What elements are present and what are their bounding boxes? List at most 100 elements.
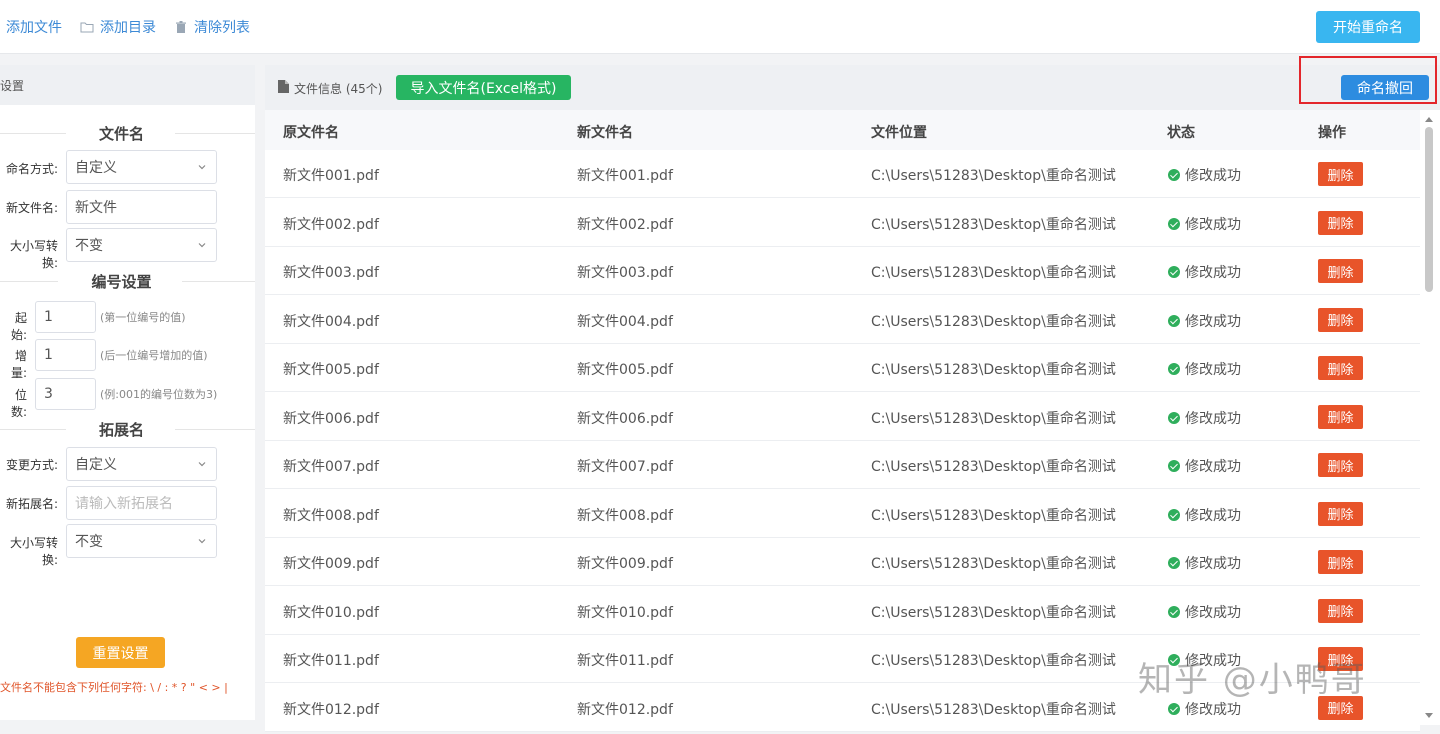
add-file-button[interactable]: 添加文件 bbox=[6, 17, 62, 37]
ext-case-select[interactable]: 不变 bbox=[66, 524, 217, 558]
naming-mode-select[interactable]: 自定义 bbox=[66, 150, 217, 184]
table-row: 新文件008.pdf 新文件008.pdf C:\Users\51283\Deskt… bbox=[265, 489, 1420, 538]
invalid-chars-warning: 文件名不能包含下列任何字符: \ / : * ? " < > | bbox=[0, 681, 228, 694]
new-name-cell: 新文件011.pdf bbox=[577, 653, 673, 669]
new-ext-label: 新拓展名: bbox=[5, 497, 58, 511]
step-label: 增量: bbox=[10, 349, 27, 380]
start-input[interactable]: 1 bbox=[35, 301, 96, 333]
status-cell: 修改成功 bbox=[1168, 359, 1241, 379]
add-dir-button[interactable]: 添加目录 bbox=[80, 17, 156, 37]
table-header: 原文件名 新文件名 文件位置 状态 操作 bbox=[265, 110, 1420, 150]
file-info-title: 文件信息 (45个) bbox=[294, 82, 383, 96]
add-file-label: 添加文件 bbox=[6, 20, 62, 36]
delete-button[interactable]: 删除 bbox=[1318, 453, 1363, 477]
status-cell: 修改成功 bbox=[1168, 311, 1241, 331]
digits-input[interactable]: 3 bbox=[35, 378, 96, 410]
original-name-cell: 新文件008.pdf bbox=[283, 507, 379, 524]
scrollbar[interactable] bbox=[1423, 113, 1435, 723]
file-info-header: 文件信息 (45个) 导入文件名(Excel格式) 命名撤回 bbox=[265, 56, 1440, 110]
status-cell: 修改成功 bbox=[1168, 553, 1241, 573]
scroll-down-icon[interactable] bbox=[1425, 713, 1433, 718]
delete-button[interactable]: 删除 bbox=[1318, 259, 1363, 283]
location-cell: C:\Users\51283\Desktop\重命名测试 bbox=[871, 653, 1116, 669]
new-name-cell: 新文件009.pdf bbox=[577, 556, 673, 572]
delete-button[interactable]: 删除 bbox=[1318, 550, 1363, 574]
col-status: 状态 bbox=[1167, 125, 1195, 141]
ext-mode-select[interactable]: 自定义 bbox=[66, 447, 217, 481]
file-count: (45个) bbox=[345, 82, 383, 96]
table-row: 新文件007.pdf 新文件007.pdf C:\Users\51283\Deskt… bbox=[265, 441, 1420, 489]
status-text: 修改成功 bbox=[1185, 459, 1241, 475]
step-hint: (后一位编号增加的值) bbox=[100, 349, 208, 362]
digits-label: 位数: bbox=[10, 388, 27, 419]
location-cell: C:\Users\51283\Desktop\重命名测试 bbox=[871, 556, 1116, 572]
col-new-name: 新文件名 bbox=[577, 125, 633, 141]
check-circle-icon bbox=[1168, 217, 1180, 230]
table-row: 新文件002.pdf 新文件002.pdf C:\Users\51283\Deskt… bbox=[265, 198, 1420, 247]
location-cell: C:\Users\51283\Desktop\重命名测试 bbox=[871, 168, 1116, 184]
status-cell: 修改成功 bbox=[1168, 214, 1241, 234]
status-text: 修改成功 bbox=[1185, 701, 1241, 718]
trash-icon bbox=[174, 20, 188, 34]
start-label: 起始: bbox=[10, 311, 27, 342]
status-text: 修改成功 bbox=[1185, 265, 1241, 281]
table-row: 新文件003.pdf 新文件003.pdf C:\Users\51283\Deskt… bbox=[265, 247, 1420, 295]
new-name-cell: 新文件006.pdf bbox=[577, 410, 673, 427]
number-section-title: 编号设置 bbox=[0, 271, 255, 291]
status-text: 修改成功 bbox=[1185, 216, 1241, 233]
table-row: 新文件004.pdf 新文件004.pdf C:\Users\51283\Deskt… bbox=[265, 295, 1420, 344]
case-select[interactable]: 不变 bbox=[66, 228, 217, 262]
filename-section-title: 文件名 bbox=[0, 123, 255, 143]
check-circle-icon bbox=[1168, 314, 1180, 327]
clear-list-button[interactable]: 清除列表 bbox=[174, 17, 250, 37]
scroll-up-icon[interactable] bbox=[1425, 117, 1433, 122]
status-cell: 修改成功 bbox=[1168, 456, 1241, 476]
new-name-cell: 新文件008.pdf bbox=[577, 507, 673, 524]
new-name-cell: 新文件004.pdf bbox=[577, 313, 673, 330]
ext-case-label: 大小写转换: bbox=[9, 536, 58, 567]
chevron-down-icon bbox=[198, 165, 206, 170]
toolbar: 添加文件 添加目录 清除列表 开始重命名 bbox=[0, 0, 1440, 54]
check-circle-icon bbox=[1168, 508, 1180, 521]
check-circle-icon bbox=[1168, 702, 1180, 715]
chevron-down-icon bbox=[198, 539, 206, 544]
ext-section-title: 拓展名 bbox=[0, 419, 255, 439]
check-circle-icon bbox=[1168, 411, 1180, 424]
table-row: 新文件006.pdf 新文件006.pdf C:\Users\51283\Deskt… bbox=[265, 392, 1420, 441]
delete-button[interactable]: 删除 bbox=[1318, 356, 1363, 380]
delete-button[interactable]: 删除 bbox=[1318, 210, 1363, 235]
start-rename-button[interactable]: 开始重命名 bbox=[1316, 11, 1420, 43]
scroll-thumb[interactable] bbox=[1425, 127, 1433, 292]
delete-button[interactable]: 删除 bbox=[1318, 501, 1363, 526]
new-name-cell: 新文件002.pdf bbox=[577, 216, 673, 233]
location-cell: C:\Users\51283\Desktop\重命名测试 bbox=[871, 604, 1116, 621]
status-cell: 修改成功 bbox=[1168, 505, 1241, 525]
import-excel-button[interactable]: 导入文件名(Excel格式) bbox=[396, 75, 571, 100]
delete-button[interactable]: 删除 bbox=[1318, 404, 1363, 429]
step-input[interactable]: 1 bbox=[35, 339, 96, 371]
new-name-input[interactable]: 新文件 bbox=[66, 190, 217, 224]
col-original-name: 原文件名 bbox=[283, 125, 339, 141]
reset-settings-button[interactable]: 重置设置 bbox=[76, 637, 165, 668]
location-cell: C:\Users\51283\Desktop\重命名测试 bbox=[871, 362, 1116, 378]
delete-button[interactable]: 删除 bbox=[1318, 307, 1363, 332]
original-name-cell: 新文件010.pdf bbox=[283, 604, 379, 621]
status-cell: 修改成功 bbox=[1168, 408, 1241, 428]
delete-button[interactable]: 删除 bbox=[1318, 598, 1363, 623]
settings-panel: 设置 文件名 命名方式: 自定义 新文件名: 新文件 大小写转换: 不变 编号设… bbox=[0, 65, 255, 720]
new-ext-input[interactable]: 请输入新拓展名 bbox=[66, 486, 217, 520]
status-text: 修改成功 bbox=[1185, 507, 1241, 524]
check-circle-icon bbox=[1168, 363, 1180, 375]
delete-button[interactable]: 删除 bbox=[1318, 162, 1363, 186]
status-cell: 修改成功 bbox=[1168, 699, 1241, 719]
clear-list-label: 清除列表 bbox=[194, 20, 250, 36]
location-cell: C:\Users\51283\Desktop\重命名测试 bbox=[871, 701, 1116, 718]
check-circle-icon bbox=[1168, 557, 1180, 569]
original-name-cell: 新文件006.pdf bbox=[283, 410, 379, 427]
status-text: 修改成功 bbox=[1185, 410, 1241, 427]
col-location: 文件位置 bbox=[871, 125, 927, 141]
original-name-cell: 新文件005.pdf bbox=[283, 362, 379, 378]
new-name-label: 新文件名: bbox=[5, 201, 58, 215]
start-hint: (第一位编号的值) bbox=[100, 311, 186, 324]
status-text: 修改成功 bbox=[1185, 362, 1241, 378]
